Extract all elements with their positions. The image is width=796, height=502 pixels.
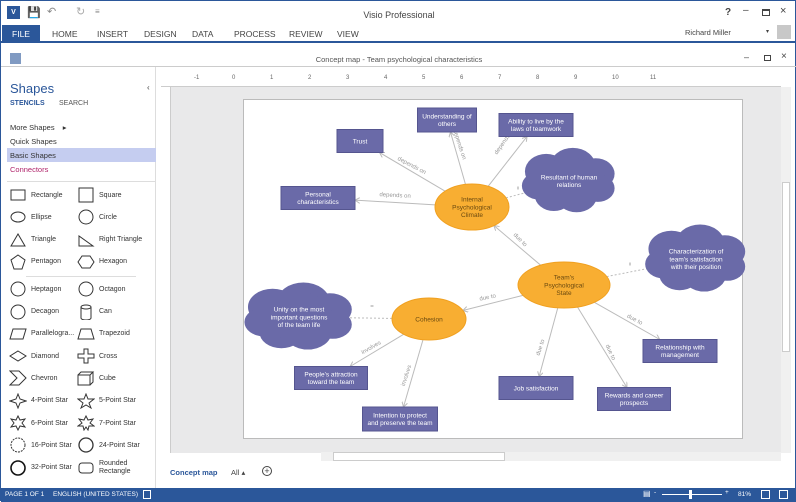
node-label: Job satisfaction [514, 385, 559, 392]
node-internal[interactable]: Internal Psychological Climate [434, 183, 510, 231]
page-indicator[interactable]: PAGE 1 OF 1 [5, 491, 44, 498]
node-understanding[interactable]: Understanding of others [417, 107, 477, 133]
node-ability[interactable]: Ability to live by the laws of teamwork [498, 113, 574, 137]
node-label: Unity on the most important questions of t… [271, 306, 328, 329]
node-label: People's attraction toward the team [304, 371, 358, 386]
zoom-slider-thumb[interactable] [689, 490, 692, 499]
switch-windows-icon[interactable] [779, 490, 788, 499]
status-bar: PAGE 1 OF 1 ENGLISH (UNITED STATES) ▤ - … [1, 488, 796, 502]
node-unity[interactable]: Unity on the most important questions of t… [244, 282, 352, 350]
caret-up-icon: ▴ [241, 468, 246, 477]
page-tabs-bar: Concept map All ▴ + [161, 463, 791, 483]
connector-internal-trust[interactable] [380, 153, 446, 192]
connector-internal-ability[interactable] [487, 137, 527, 187]
node-relationship[interactable]: Relationship with management [642, 339, 718, 363]
zoom-out-icon[interactable]: - [654, 489, 656, 496]
all-pages-button[interactable]: All ▴ [231, 468, 245, 477]
presentation-mode-icon[interactable]: ▤ [643, 489, 651, 498]
visio-window: V 💾 ↶ ↻ ≡ Visio Professional ? – × FILE … [0, 0, 796, 502]
all-pages-label: All [231, 468, 240, 477]
node-trust[interactable]: Trust [336, 129, 384, 153]
connector-state-relationship[interactable] [594, 301, 659, 339]
node-characterization[interactable]: Characterization of team's satisfaction wi… [645, 224, 746, 292]
connector-label: due to [479, 293, 497, 302]
connector-label: = [370, 304, 374, 310]
node-personal[interactable]: Personal characteristics [280, 186, 356, 210]
node-attraction[interactable]: People's attraction toward the team [294, 366, 368, 390]
node-label: Intention to protect and preserve the tea… [367, 412, 432, 427]
connector-label: due to [512, 232, 529, 249]
add-page-icon[interactable]: + [262, 466, 272, 476]
connector-label: depends on [451, 129, 466, 161]
page-tab-concept-map[interactable]: Concept map [170, 468, 218, 477]
zoom-in-icon[interactable]: + [725, 489, 729, 496]
zoom-level[interactable]: 81% [738, 491, 751, 498]
connector-label: depends on [379, 192, 411, 200]
language-indicator[interactable]: ENGLISH (UNITED STATES) [53, 491, 138, 498]
connector-label: = [626, 262, 632, 266]
connector-internal-personal[interactable] [355, 200, 436, 206]
connector-state-internal[interactable] [494, 226, 541, 266]
node-resultant[interactable]: Resultant of human relations [521, 147, 615, 213]
node-cohesion[interactable]: Cohesion [391, 297, 467, 341]
node-label: Cohesion [415, 316, 443, 323]
connector-state-rewards[interactable] [577, 306, 627, 388]
connector-cohesion-attraction[interactable] [350, 333, 404, 366]
node-state[interactable]: Team's Psychological State [517, 261, 611, 309]
node-label: Characterization of team's satisfaction wi… [669, 248, 724, 271]
node-rewards[interactable]: Rewards and career prospects [597, 387, 671, 411]
connector-label: depends on [396, 156, 427, 176]
node-job[interactable]: Job satisfaction [498, 376, 574, 400]
macro-icon[interactable] [143, 490, 151, 499]
connector-label: = [514, 186, 520, 190]
fit-page-icon[interactable] [761, 490, 770, 499]
node-intention[interactable]: Intention to protect and preserve the tea… [362, 406, 438, 432]
connector-label: involves [401, 364, 413, 386]
node-label: Trust [353, 138, 368, 145]
node-label: Ability to live by the laws of teamwork [508, 118, 564, 133]
zoom-slider[interactable] [662, 494, 722, 495]
node-label: Relationship with management [655, 344, 705, 359]
concept-map-diagram: depends ondepends on depends ondepends on… [244, 107, 746, 432]
